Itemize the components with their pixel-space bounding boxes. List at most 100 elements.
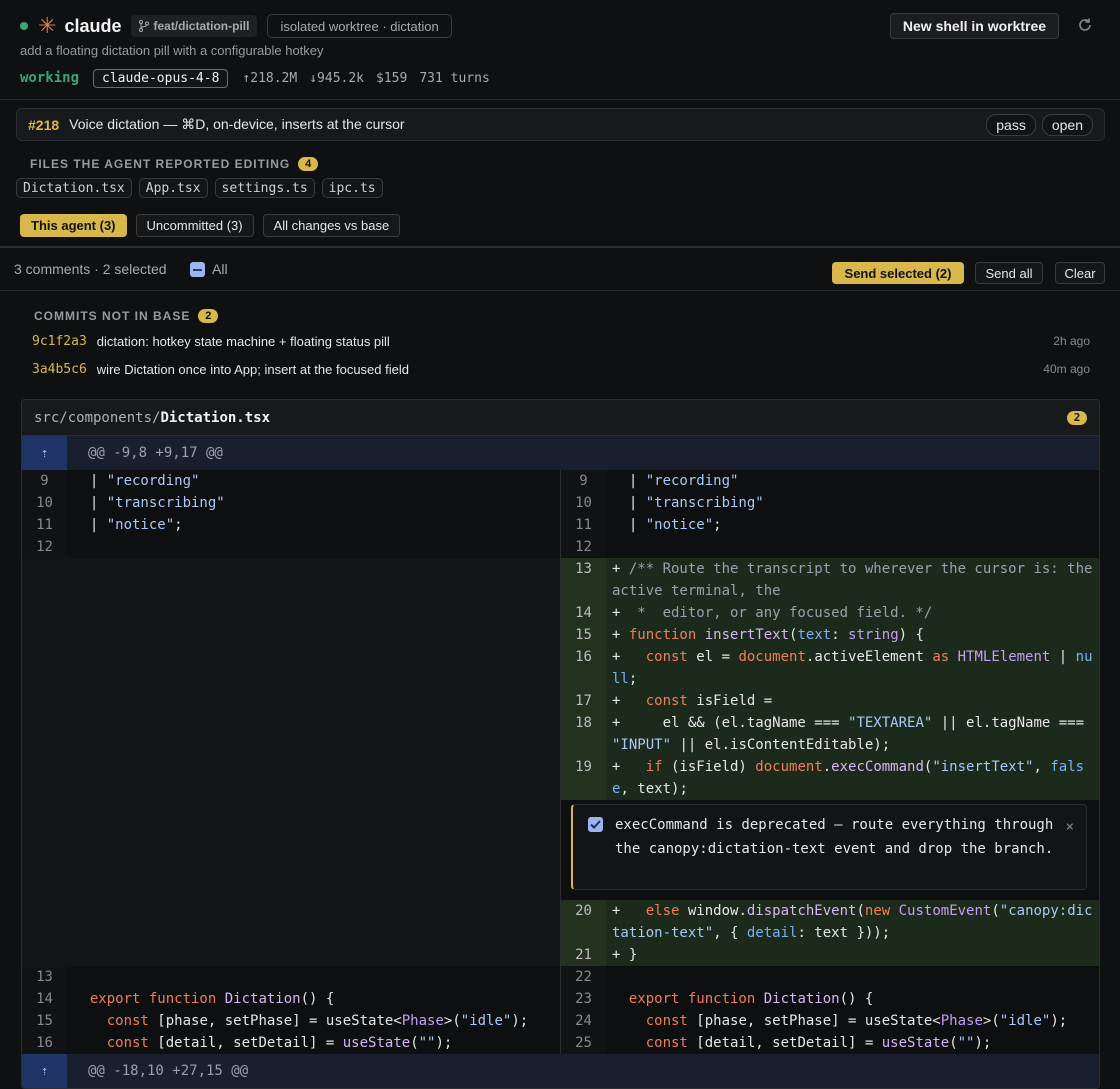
line-number: 15 — [22, 1010, 67, 1032]
file-comment-count: 2 — [1067, 410, 1087, 425]
issue-number: #218 — [28, 116, 60, 133]
filter-all-changes[interactable]: All changes vs base — [262, 214, 401, 237]
branch-name: feat/dictation-pill — [153, 19, 250, 33]
line-number: 20 — [561, 900, 606, 944]
check-icon — [590, 820, 601, 829]
file-chip[interactable]: ipc.ts — [321, 178, 383, 198]
line-number: 25 — [561, 1032, 606, 1054]
file-name: Dictation.tsx — [160, 409, 271, 426]
line-number: 24 — [561, 1010, 606, 1032]
open-tag: open — [1041, 113, 1093, 136]
added-line: + } — [606, 944, 1099, 966]
commits-heading: COMMITS NOT IN BASE 2 — [34, 309, 219, 323]
cost: $159 — [376, 70, 408, 86]
files-label: FILES THE AGENT REPORTED EDITING — [30, 157, 291, 171]
clear-button[interactable]: Clear — [1055, 262, 1105, 284]
session-subtitle: add a floating dictation pill with a con… — [20, 43, 324, 58]
filter-this-agent[interactable]: This agent (3) — [20, 214, 127, 237]
code-line: const [detail, setDetail] = useState("")… — [645, 1035, 992, 1051]
line-number: 10 — [22, 492, 67, 514]
added-line: + /** Route the transcript to wherever t… — [606, 558, 1099, 602]
issue-banner[interactable]: #218 Voice dictation — ⌘D, on-device, in… — [16, 108, 1105, 141]
line-number: 16 — [561, 646, 606, 690]
line-number: 12 — [561, 536, 606, 558]
code-line: | "transcribing" — [612, 495, 764, 511]
code-line: | "recording" — [612, 473, 739, 489]
session-title: claude — [64, 15, 122, 36]
session-header: ✳ claude feat/dictation-pill isolated wo… — [0, 0, 1120, 100]
line-number: 9 — [561, 470, 606, 492]
added-line: + * editor, or any focused field. */ — [606, 602, 1099, 624]
select-all-checkbox[interactable] — [190, 262, 205, 277]
code-line: export function Dictation() { — [89, 991, 335, 1007]
commit-message: wire Dictation once into App; insert at … — [96, 361, 409, 377]
filter-uncommitted[interactable]: Uncommitted (3) — [135, 214, 254, 237]
issue-title: Voice dictation — ⌘D, on-device, inserts… — [69, 116, 405, 132]
commits-label: COMMITS NOT IN BASE — [34, 309, 191, 323]
commit-row[interactable]: 3a4b5c6 wire Dictation once into App; in… — [32, 359, 1090, 379]
file-chip[interactable]: App.tsx — [138, 178, 208, 198]
commit-sha: 9c1f2a3 — [32, 333, 87, 349]
files-heading: FILES THE AGENT REPORTED EDITING 4 — [30, 157, 319, 171]
expand-up-icon[interactable]: ⇡ — [22, 1054, 67, 1088]
send-selected-button[interactable]: Send selected (2) — [832, 262, 964, 284]
close-icon[interactable]: × — [1066, 815, 1074, 839]
branch-badge: feat/dictation-pill — [131, 15, 258, 37]
commit-message: dictation: hotkey state machine + floati… — [96, 333, 390, 349]
diff-panel: src/components/ Dictation.tsx 2 ⇡ @@ -9,… — [21, 399, 1100, 1089]
send-all-button[interactable]: Send all — [975, 262, 1043, 284]
diff-file-header: src/components/ Dictation.tsx 2 — [22, 400, 1099, 436]
commit-row[interactable]: 9c1f2a3 dictation: hotkey state machine … — [32, 331, 1090, 351]
review-comment: execCommand is deprecated — route everyt… — [571, 804, 1087, 890]
refresh-icon[interactable] — [1076, 16, 1094, 34]
diff-right-pane: 9 | "recording" 10 | "transcribing" 11 |… — [560, 470, 1099, 1054]
commit-time: 40m ago — [1043, 362, 1090, 376]
commits-count: 2 — [198, 309, 219, 323]
line-number: 9 — [22, 470, 67, 492]
line-number: 15 — [561, 624, 606, 646]
added-line: + el && (el.tagName === "TEXTAREA" || el… — [606, 712, 1099, 756]
expand-up-icon[interactable]: ⇡ — [22, 436, 67, 470]
diff-gap — [22, 558, 560, 966]
new-shell-button[interactable]: New shell in worktree — [890, 13, 1059, 39]
line-number: 23 — [561, 988, 606, 1010]
line-number: 11 — [22, 514, 67, 536]
turns: 731 turns — [419, 70, 490, 86]
select-all-label[interactable]: All — [212, 261, 228, 277]
line-number: 12 — [22, 536, 67, 558]
line-number: 14 — [22, 988, 67, 1010]
code-line: | "notice"; — [612, 517, 722, 533]
commit-sha: 3a4b5c6 — [32, 361, 87, 377]
pass-tag: pass — [986, 113, 1036, 136]
worktree-badge: isolated worktree · dictation — [267, 14, 452, 38]
claude-logo-icon: ✳ — [38, 13, 57, 38]
file-path: src/components/ — [34, 409, 161, 426]
code-line: const [detail, setDetail] = useState("")… — [106, 1035, 453, 1051]
line-number: 14 — [561, 602, 606, 624]
file-chip[interactable]: Dictation.tsx — [16, 178, 132, 198]
tokens-up: ↑218.2M — [242, 70, 298, 86]
code-line: | "notice"; — [73, 517, 183, 533]
model-badge: claude-opus-4-8 — [93, 68, 229, 88]
line-number: 18 — [561, 712, 606, 756]
code-line: | "transcribing" — [73, 495, 225, 511]
tokens-down: ↓945.2k — [309, 70, 365, 86]
line-number: 13 — [22, 966, 67, 988]
git-branch-icon — [139, 20, 150, 32]
comment-text: execCommand is deprecated — route everyt… — [615, 817, 1054, 857]
added-line: + else window.dispatchEvent(new CustomEv… — [606, 900, 1099, 944]
added-line: + if (isField) document.execCommand("ins… — [606, 756, 1099, 800]
hunk-header: ⇡ @@ -9,8 +9,17 @@ — [22, 436, 1099, 470]
comments-bar: 3 comments · 2 selected All Send selecte… — [0, 248, 1120, 291]
comment-checkbox[interactable] — [588, 817, 603, 832]
comments-summary: 3 comments · 2 selected — [14, 261, 167, 277]
file-chip[interactable]: settings.ts — [214, 178, 315, 198]
added-line: + const isField = — [606, 690, 1099, 712]
line-number: 16 — [22, 1032, 67, 1054]
line-number: 19 — [561, 756, 606, 800]
hunk-range: @@ -18,10 +27,15 @@ — [88, 1063, 249, 1079]
commit-time: 2h ago — [1053, 334, 1090, 348]
